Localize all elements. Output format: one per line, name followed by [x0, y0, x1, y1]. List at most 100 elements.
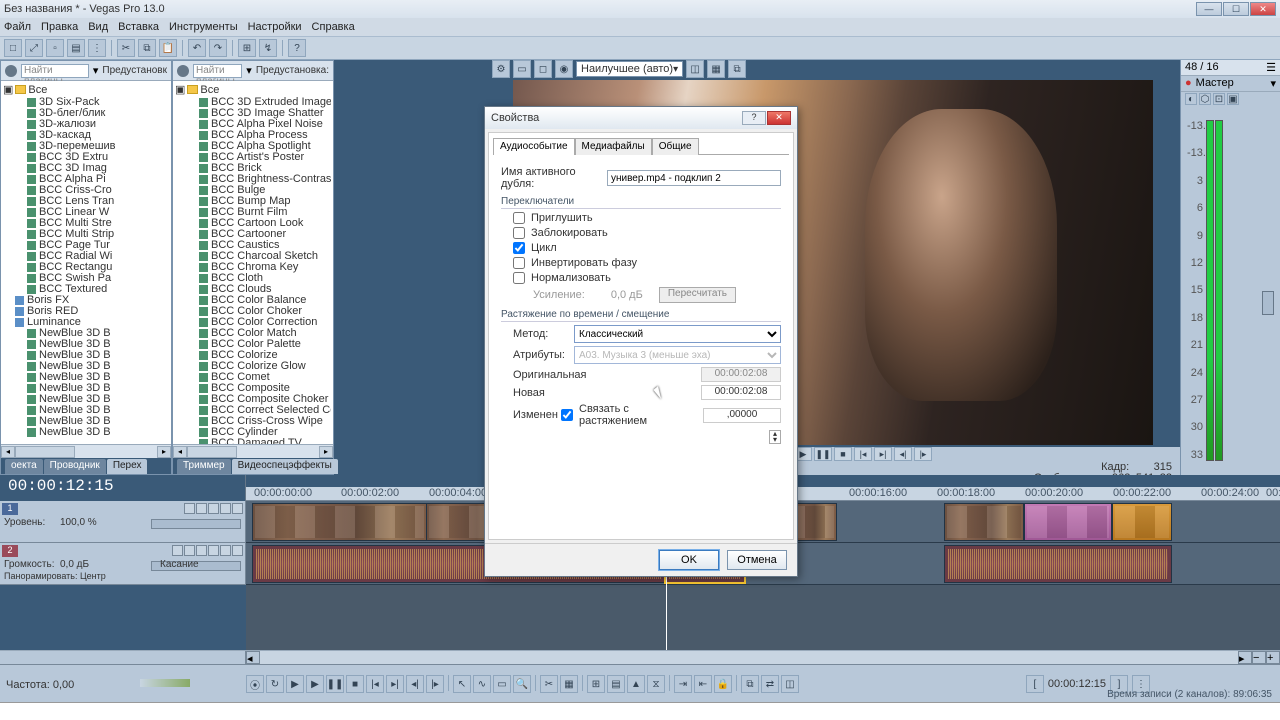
tree-item[interactable]: BCC Cartooner — [175, 229, 331, 240]
new-button[interactable]: □ — [4, 39, 22, 57]
stop-button[interactable]: ■ — [834, 447, 852, 461]
tree-item[interactable]: NewBlue 3D B — [3, 339, 169, 350]
record-button[interactable]: ⦿ — [246, 675, 264, 693]
tree-item[interactable]: BCC Textured — [3, 284, 169, 295]
tree-item[interactable]: BCC 3D Imag — [3, 163, 169, 174]
menu-file[interactable]: Файл — [4, 21, 31, 33]
normalize-checkbox[interactable] — [513, 272, 525, 284]
lock-checkbox[interactable] — [513, 227, 525, 239]
edit-zoom-icon[interactable]: 🔍 — [513, 675, 531, 693]
redo-button[interactable]: ↷ — [209, 39, 227, 57]
tab-general[interactable]: Общие — [652, 138, 699, 155]
pause-button[interactable]: ❚❚ — [326, 675, 344, 693]
tree-item[interactable]: 3D-блег/блик — [3, 108, 169, 119]
tree-item[interactable]: BCC Correct Selected Color — [175, 405, 331, 416]
tree-item[interactable]: BCC Chroma Key — [175, 262, 331, 273]
menu-help[interactable]: Справка — [312, 21, 355, 33]
dropdown-icon[interactable]: ▾ — [93, 64, 99, 77]
method-select[interactable]: Классический — [574, 325, 781, 343]
next-frame-button[interactable]: |▸ — [914, 447, 932, 461]
cancel-button[interactable]: Отмена — [727, 550, 787, 570]
tree-item[interactable]: BCC Alpha Pixel Noise — [175, 119, 331, 130]
preview-screen-icon[interactable]: ◻ — [534, 60, 552, 78]
video-clip[interactable] — [1024, 503, 1112, 541]
close-button[interactable]: ✕ — [1250, 2, 1276, 16]
tree-item[interactable]: Luminance — [3, 317, 169, 328]
tree-item[interactable]: 3D-перемешив — [3, 141, 169, 152]
collapse-icon[interactable]: ▣ — [175, 83, 185, 96]
edit-envelope-icon[interactable]: ∿ — [473, 675, 491, 693]
pan-value[interactable]: Центр — [80, 571, 106, 581]
master-fader[interactable] — [1262, 291, 1274, 315]
meter-icon[interactable]: ☰ — [1266, 61, 1276, 74]
new-length-input[interactable]: 00:00:02:08 — [701, 385, 781, 400]
tree-item[interactable]: BCC Multi Strip — [3, 229, 169, 240]
solo-icon[interactable] — [220, 545, 231, 556]
solo-icon[interactable]: ◐ — [1185, 93, 1197, 105]
tree-item[interactable]: BCC Comet — [175, 372, 331, 383]
menu-insert[interactable]: Вставка — [118, 21, 159, 33]
stop-button[interactable]: ■ — [346, 675, 364, 693]
minimize-button[interactable]: — — [1196, 2, 1222, 16]
fx-bypass-icon[interactable]: ◉ — [555, 60, 573, 78]
dropdown-icon[interactable]: ▾ — [246, 64, 252, 77]
auto-crossfade-icon[interactable]: ⧖ — [647, 675, 665, 693]
auto-button[interactable]: ↯ — [259, 39, 277, 57]
ripple-icon[interactable]: ⧉ — [741, 675, 759, 693]
quantize-icon[interactable]: ▤ — [607, 675, 625, 693]
transitions-tree[interactable]: ▣Все 3D Six-Pack3D-блег/блик3D-жалюзи3D-… — [1, 81, 171, 444]
mute-icon[interactable] — [220, 503, 231, 514]
current-timecode[interactable]: 00:00:12:15 — [1048, 678, 1106, 690]
tree-item[interactable]: BCC Cylinder — [175, 427, 331, 438]
meter-menu-icon[interactable]: ▾ — [1270, 77, 1276, 90]
bypass-fx-icon[interactable] — [184, 503, 195, 514]
tree-item[interactable]: BCC Radial Wi — [3, 251, 169, 262]
tree-item[interactable]: NewBlue 3D B — [3, 361, 169, 372]
external-monitor-icon[interactable]: ▭ — [513, 60, 531, 78]
split-icon[interactable]: ◫ — [781, 675, 799, 693]
play-start-button[interactable]: ▶ — [286, 675, 304, 693]
tree-item[interactable]: BCC Lens Tran — [3, 196, 169, 207]
tree-item[interactable]: NewBlue 3D B — [3, 394, 169, 405]
go-end-button[interactable]: ▸| — [386, 675, 404, 693]
level-value[interactable]: 100,0 % — [60, 517, 97, 528]
edit-select-icon[interactable]: ▭ — [493, 675, 511, 693]
tree-item[interactable]: NewBlue 3D B — [3, 350, 169, 361]
tab-media[interactable]: Медиафайлы — [575, 138, 652, 155]
select-events-icon[interactable]: ▦ — [560, 675, 578, 693]
menu-options[interactable]: Настройки — [248, 21, 302, 33]
menu-view[interactable]: Вид — [88, 21, 108, 33]
go-start-button[interactable]: |◂ — [366, 675, 384, 693]
preview-quality-select[interactable]: Наилучшее (авто) ▾ — [576, 61, 683, 77]
tree-item[interactable]: BCC Colorize Glow — [175, 361, 331, 372]
tree-item[interactable]: BCC Clouds — [175, 284, 331, 295]
tree-item[interactable]: NewBlue 3D B — [3, 405, 169, 416]
tree-item[interactable]: BCC Bulge — [175, 185, 331, 196]
tree-item[interactable]: BCC Color Palette — [175, 339, 331, 350]
preview-config-icon[interactable]: ⚙ — [492, 60, 510, 78]
fx-icon[interactable]: ⬡ — [1199, 93, 1211, 105]
tree-item[interactable]: BCC Criss-Cro — [3, 185, 169, 196]
dim-icon[interactable]: ▣ — [1227, 93, 1239, 105]
phase-icon[interactable] — [232, 545, 243, 556]
vol-value[interactable]: 0,0 дБ — [60, 559, 89, 570]
go-end-button[interactable]: ▸| — [874, 447, 892, 461]
render-button[interactable]: ▤ — [67, 39, 85, 57]
go-start-button[interactable]: |◂ — [854, 447, 872, 461]
automation-icon[interactable]: ⊡ — [1213, 93, 1225, 105]
tree-item[interactable]: BCC Cartoon Look — [175, 218, 331, 229]
tree-item[interactable]: NewBlue 3D B — [3, 427, 169, 438]
video-clip[interactable] — [1112, 503, 1172, 541]
automation-icon[interactable] — [196, 545, 207, 556]
snap-button[interactable]: ⊞ — [238, 39, 256, 57]
tree-item[interactable]: BCC Color Balance — [175, 295, 331, 306]
touch-mode[interactable]: Касание — [160, 559, 199, 570]
tree-item[interactable]: BCC Alpha Spotlight — [175, 141, 331, 152]
marker-icon[interactable]: ▲ — [627, 675, 645, 693]
tree-item[interactable]: BCC Multi Stre — [3, 218, 169, 229]
tree-item[interactable]: BCC Color Choker — [175, 306, 331, 317]
tree-item[interactable]: BCC Bump Map — [175, 196, 331, 207]
loop-button[interactable]: ↻ — [266, 675, 284, 693]
automation-icon[interactable] — [208, 503, 219, 514]
invert-checkbox[interactable] — [513, 257, 525, 269]
